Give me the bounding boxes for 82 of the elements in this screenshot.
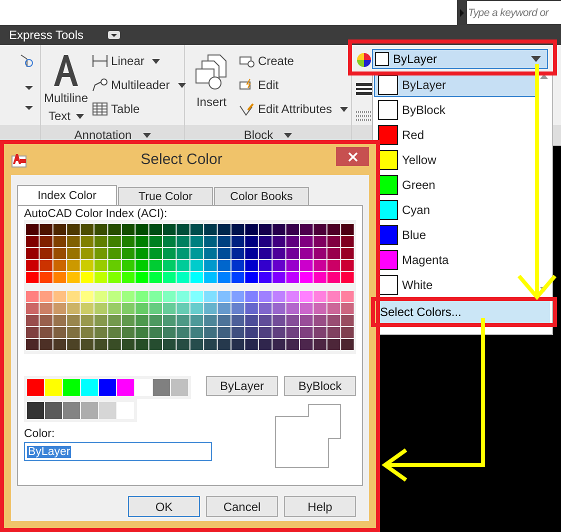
ribbon-tab[interactable]: Express Tools [9,28,84,42]
dialog-button[interactable]: OK [128,496,200,517]
option-label: ByBlock [402,102,446,116]
caret-icon [152,58,160,64]
option-label: Green [402,178,436,192]
option-label: White [402,278,433,292]
insert-block-icon [194,53,228,91]
caret-icon [531,56,541,62]
letter-icon [51,53,81,87]
dimension-icon [92,54,108,68]
dialog-tab[interactable]: Index Color [17,185,117,205]
scroll-up-icon[interactable] [540,74,548,79]
color-label: Color: [24,428,56,440]
color-swatch[interactable] [45,402,62,419]
dialog-button[interactable]: Cancel [206,496,278,517]
dropdown-value: ByLayer [393,52,438,66]
close-icon [348,152,358,162]
color-swatch[interactable] [99,402,116,419]
color-swatch[interactable] [27,402,44,419]
color-option[interactable]: Magenta [374,247,538,272]
tool-button[interactable]: Create [238,51,348,71]
color-swatch[interactable] [117,402,134,419]
color-swatch[interactable] [27,379,44,396]
large-tool-button[interactable]: Multiline Text [44,49,88,125]
tool-button[interactable]: Edit [238,75,348,95]
color-swatch[interactable] [63,379,80,396]
search-field[interactable]: Type a keyword or [457,0,561,25]
option-label: Red [402,128,424,142]
color-swatch[interactable] [135,379,152,396]
tool-button[interactable]: Edit Attributes [238,99,348,119]
color-swatch[interactable] [45,379,62,396]
option-label: Magenta [402,252,449,266]
caret-icon [76,114,84,120]
table-icon [92,102,108,116]
color-input-field[interactable]: ByLayer [24,442,212,461]
color-wheel-icon[interactable] [356,52,372,68]
color-palette-drawing[interactable] [25,223,355,284]
caret-icon [284,132,292,138]
leader-icon [92,78,108,92]
color-option[interactable]: Red [374,122,538,147]
color-preview-drawing [275,404,341,468]
create-block-icon [238,54,255,68]
color-option[interactable]: White [374,272,538,297]
color-palette-drawing[interactable] [25,290,355,351]
option-label: ByLayer [402,78,446,92]
option-label: Yellow [402,152,436,166]
color-option[interactable]: Yellow [374,147,538,172]
by-button[interactable]: ByBlock [284,376,356,396]
lineweight-icon[interactable] [356,82,372,96]
option-label: Cyan [402,202,430,216]
color-swatch[interactable] [171,379,188,396]
dialog-tab[interactable]: Color Books [214,187,309,205]
caret-icon [340,106,348,112]
color-swatch[interactable] [117,379,134,396]
by-button[interactable]: ByLayer [206,376,278,396]
caret-icon [142,132,151,138]
toggle-icon[interactable] [108,31,120,39]
edit-attributes-icon [238,102,255,116]
tool-button[interactable]: Multileader [92,75,186,95]
color-option[interactable]: Cyan [374,197,538,222]
tool-button[interactable]: Table [92,99,186,119]
large-tool-button[interactable]: Insert [188,49,235,125]
color-swatch[interactable] [81,402,98,419]
dialog-button[interactable]: Help [284,496,356,517]
color-swatch[interactable] [63,402,80,419]
caret-icon[interactable] [24,105,34,111]
tool-button[interactable]: Linear [92,51,186,71]
color-swatch[interactable] [99,379,116,396]
dialog-tab[interactable]: True Color [118,187,213,205]
color-swatch[interactable] [153,379,170,396]
color-option[interactable]: ByBlock [374,97,538,122]
option-label: Blue [402,228,426,242]
color-swatch[interactable] [81,379,98,396]
caret-icon[interactable] [24,85,34,91]
color-option[interactable]: Green [374,172,538,197]
color-dropdown[interactable]: ByLayer [372,49,548,69]
close-button[interactable] [336,147,369,166]
caret-icon [178,82,186,88]
dialog-title: Select Color [140,151,224,168]
app-icon [11,152,27,168]
color-option[interactable]: Blue [374,222,538,247]
palette-label: AutoCAD Color Index (ACI): [24,208,168,220]
